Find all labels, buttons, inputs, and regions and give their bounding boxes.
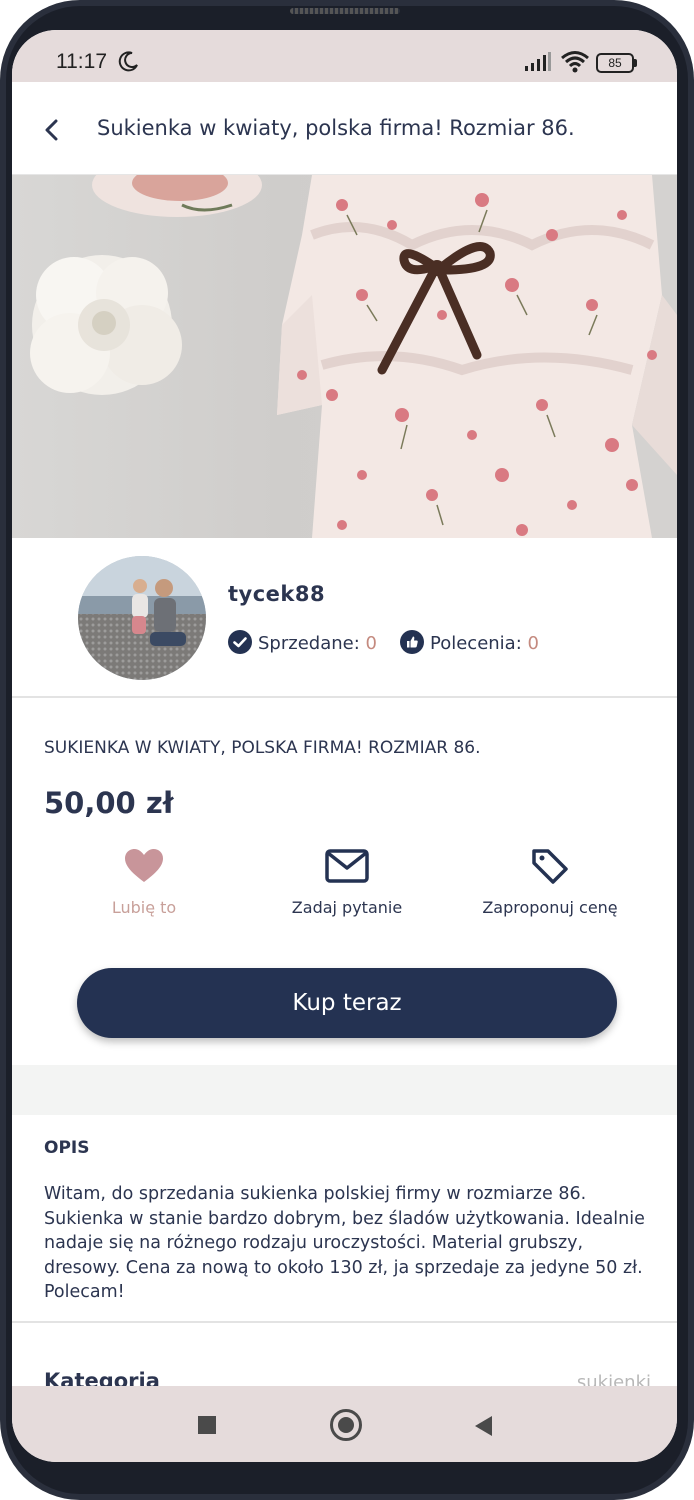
buy-now-button[interactable]: Kup teraz (77, 968, 617, 1038)
signal-icon (525, 52, 551, 71)
home-button[interactable] (330, 1409, 362, 1441)
make-offer-label: Zaproponuj cenę (482, 898, 618, 917)
envelope-icon (325, 849, 369, 883)
battery-icon: 85 (596, 53, 634, 73)
check-circle-icon (228, 630, 252, 654)
product-photo[interactable] (12, 175, 677, 538)
recommend-count: 0 (527, 633, 539, 654)
screen: 11:17 85 Sukienka w kwiaty, polska firma… (12, 30, 677, 1462)
section-divider (12, 1065, 677, 1115)
ask-question-label: Zadaj pytanie (291, 898, 403, 917)
status-time: 11:17 (56, 50, 107, 73)
make-offer-button[interactable]: Zaproponuj cenę (450, 848, 650, 917)
system-nav-bar (12, 1386, 677, 1462)
moon-icon (118, 51, 138, 72)
recommend-label: Polecenia: (430, 633, 522, 654)
recommend-stat: Polecenia: 0 (400, 630, 539, 654)
price-tag-icon (532, 849, 568, 884)
divider (12, 1321, 677, 1323)
like-button[interactable]: Lubię to (44, 848, 244, 917)
recent-apps-button[interactable] (198, 1416, 216, 1434)
battery-tip (634, 59, 637, 67)
volume-button (689, 290, 694, 430)
sold-count: 0 (365, 633, 377, 654)
chevron-left-icon[interactable] (38, 116, 68, 146)
wifi-icon (561, 51, 589, 73)
sold-label: Sprzedane: (258, 633, 360, 654)
power-button (689, 540, 694, 630)
description-text: Witam, do sprzedania sukienka polskiej f… (44, 1184, 645, 1302)
avatar[interactable] (78, 556, 206, 680)
page-title: Sukienka w kwiaty, polska firma! Rozmiar… (97, 116, 575, 140)
product-price: 50,00 zł (44, 786, 174, 820)
avatar-photo (78, 556, 206, 680)
thumbs-up-icon (400, 630, 424, 654)
floral-dress-illustration (30, 175, 677, 538)
seller-card[interactable]: tycek88 Sprzedane: 0 Polecenia: 0 (12, 538, 677, 698)
seller-username[interactable]: tycek88 (228, 582, 325, 606)
top-app-bar: Sukienka w kwiaty, polska firma! Rozmiar… (12, 82, 677, 175)
back-triangle-icon[interactable] (472, 1414, 494, 1438)
product-name: SUKIENKA W KWIATY, POLSKA FIRMA! ROZMIAR… (44, 738, 481, 758)
phone-frame: 11:17 85 Sukienka w kwiaty, polska firma… (0, 0, 694, 1500)
description-heading: OPIS (44, 1138, 90, 1158)
like-label: Lubię to (111, 898, 177, 917)
heart-icon (125, 849, 163, 882)
sold-stat: Sprzedane: 0 (228, 630, 377, 654)
speaker-grille (290, 8, 400, 14)
ask-question-button[interactable]: Zadaj pytanie (247, 848, 447, 917)
status-bar: 11:17 85 (12, 30, 677, 82)
